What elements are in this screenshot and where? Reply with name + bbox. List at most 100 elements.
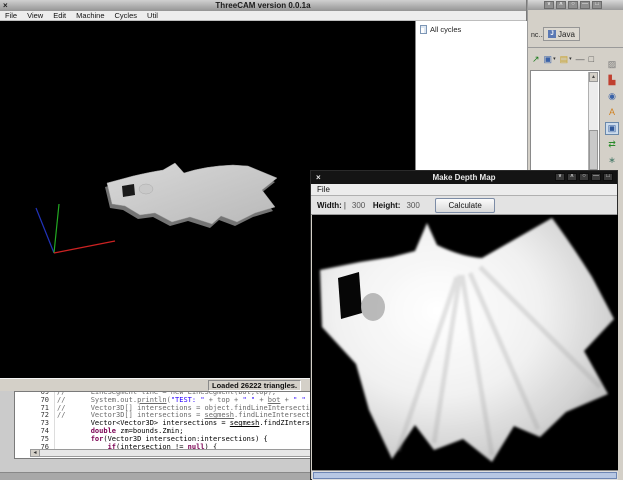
depth-menu-file[interactable]: File [311,184,336,195]
depth-horizontal-scrollbar[interactable] [312,470,618,480]
mesh-boss [138,183,154,195]
line-number: 70 [15,396,55,405]
minimize-pane-icon-glyph: — [575,53,585,64]
shade-button[interactable]: ∨ [544,1,554,9]
shade-button[interactable]: ∨ [555,173,565,181]
menu-util[interactable]: Util [142,11,163,20]
pencil-icon[interactable]: ▨ [605,58,619,71]
code-segment: // Vector3D[] intersections = [57,411,205,420]
depth-map-toolbar: Width: | 300 Height: 300 Calculate [311,196,617,215]
options-button[interactable]: ○ [579,173,589,181]
open-element-icon[interactable]: ▤ ▾ [560,54,572,64]
code-segment: segmesh [229,419,260,428]
new-wizard-icon[interactable]: ▣ ▾ [544,54,556,64]
depth-map-menubar: File [311,184,617,196]
code-segment: bot [267,395,281,404]
depth-map-view[interactable] [312,215,618,470]
code-segment: Vector<Vector3D> intersections = [57,419,230,428]
open-element-icon-glyph: ▤ [559,53,569,64]
minimize-button[interactable]: — [580,1,590,9]
run-icon-glyph: ↗ [532,53,540,64]
scrollbar-thumb[interactable] [589,130,598,170]
code-segment: // Vector3D[] intersections = object.fin… [57,403,344,412]
line-number: 71 [15,404,55,413]
calculate-button[interactable]: Calculate [435,197,495,213]
code-segment: double [90,426,117,435]
bat-mesh-3d [105,162,278,228]
mesh-hole [122,184,135,197]
breakpoint-icon[interactable]: ◉ [605,90,619,103]
java-icon: J [548,30,556,38]
depth-scrollbar-thumb[interactable] [313,472,617,479]
tree-item-all-cycles[interactable]: All cycles [416,21,527,34]
code-segment: + [280,395,294,404]
menu-view[interactable]: View [22,11,48,20]
code-segment: segmesh [204,411,235,420]
maximize-pane-icon-glyph: □ [588,53,595,64]
line-number: 74 [15,427,55,436]
x-axis [53,240,116,254]
status-message: Loaded 26222 triangles. [208,380,302,391]
origin-axes [35,203,116,254]
menu-cycles[interactable]: Cycles [110,11,143,20]
code-segment: (Vector3D intersection:intersections) { [103,434,268,443]
new-wizard-icon-glyph: ▣ [543,53,553,64]
tree-item-label: All cycles [430,25,462,34]
eclipse-window-controls: ∨ ∧ ○ — □ [544,1,602,9]
height-field[interactable]: 300 [406,201,422,210]
make-depth-map-window: × Make Depth Map ∨ ∧ ○ — □ File Width: | 300… [310,170,618,480]
chevron-down-icon: ▾ [569,55,572,62]
perspective-java-button[interactable]: J Java [543,27,580,41]
minimize-pane-icon[interactable]: — [576,54,585,64]
maximize-pane-icon[interactable]: □ [589,54,594,64]
depth-map-image [320,218,614,462]
menu-edit[interactable]: Edit [48,11,71,20]
unshade-button[interactable]: ∧ [567,173,577,181]
width-field[interactable]: 300 [352,201,368,210]
height-label: Height: [372,200,401,210]
sync-icon[interactable]: ⇄ [605,138,619,151]
annotation-icon[interactable]: A [605,106,619,119]
depth-hole [338,272,362,319]
line-number: 75 [15,435,55,444]
chart-icon[interactable]: ▙ [605,74,619,87]
menu-file[interactable]: File [0,11,22,20]
menubar: File View Edit Machine Cycles Util [0,11,526,21]
depth-map-window-controls: ∨ ∧ ○ — □ [555,173,613,181]
code-segment: for [90,434,104,443]
options-button[interactable]: ○ [568,1,578,9]
maximize-button[interactable]: □ [603,173,613,181]
document-icon [420,25,427,34]
code-segment: zm=bounds.Zmin; [116,426,184,435]
console-icon[interactable]: ▣ [605,122,619,135]
width-label: Width: [317,200,342,210]
chevron-down-icon: ▾ [553,55,556,62]
perspective-java-label: Java [558,29,575,39]
code-segment: // System.out. [57,395,138,404]
depth-map-titlebar[interactable]: × Make Depth Map ∨ ∧ ○ — □ [311,171,617,184]
settings-icon[interactable]: ∗ [605,154,619,167]
menu-machine[interactable]: Machine [71,11,109,20]
code-segment: + [255,395,268,404]
fastview-bar: ▨▙◉A▣⇄∗▭ [602,58,622,183]
desktop: ∨∧○—□ nc... J Java ↗▣▾▤▾—□ ▲ ▨▙◉A▣⇄∗▭ × … [0,0,623,480]
eclipse-titlebar[interactable]: ∨ ∧ ○ — □ [528,0,623,10]
minimize-button[interactable]: — [591,173,601,181]
unshade-button[interactable]: ∧ [556,1,566,9]
perspective-bar: nc... J Java [528,24,623,45]
toolbar-separator [528,47,623,48]
z-axis [35,207,55,254]
code-segment: "TEST: " [170,395,205,404]
scroll-left-icon[interactable]: ◂ [31,450,40,456]
threecam-titlebar[interactable]: × ThreeCAM version 0.0.1a [0,0,526,11]
y-axis [53,203,60,254]
code-segment: " " [293,395,306,404]
line-number: 73 [15,419,55,428]
code-segment: " " [242,395,256,404]
maximize-button[interactable]: □ [592,1,602,9]
run-icon[interactable]: ↗ [532,54,540,64]
line-number: 72 [15,412,55,421]
scroll-up-icon[interactable]: ▲ [589,72,598,82]
